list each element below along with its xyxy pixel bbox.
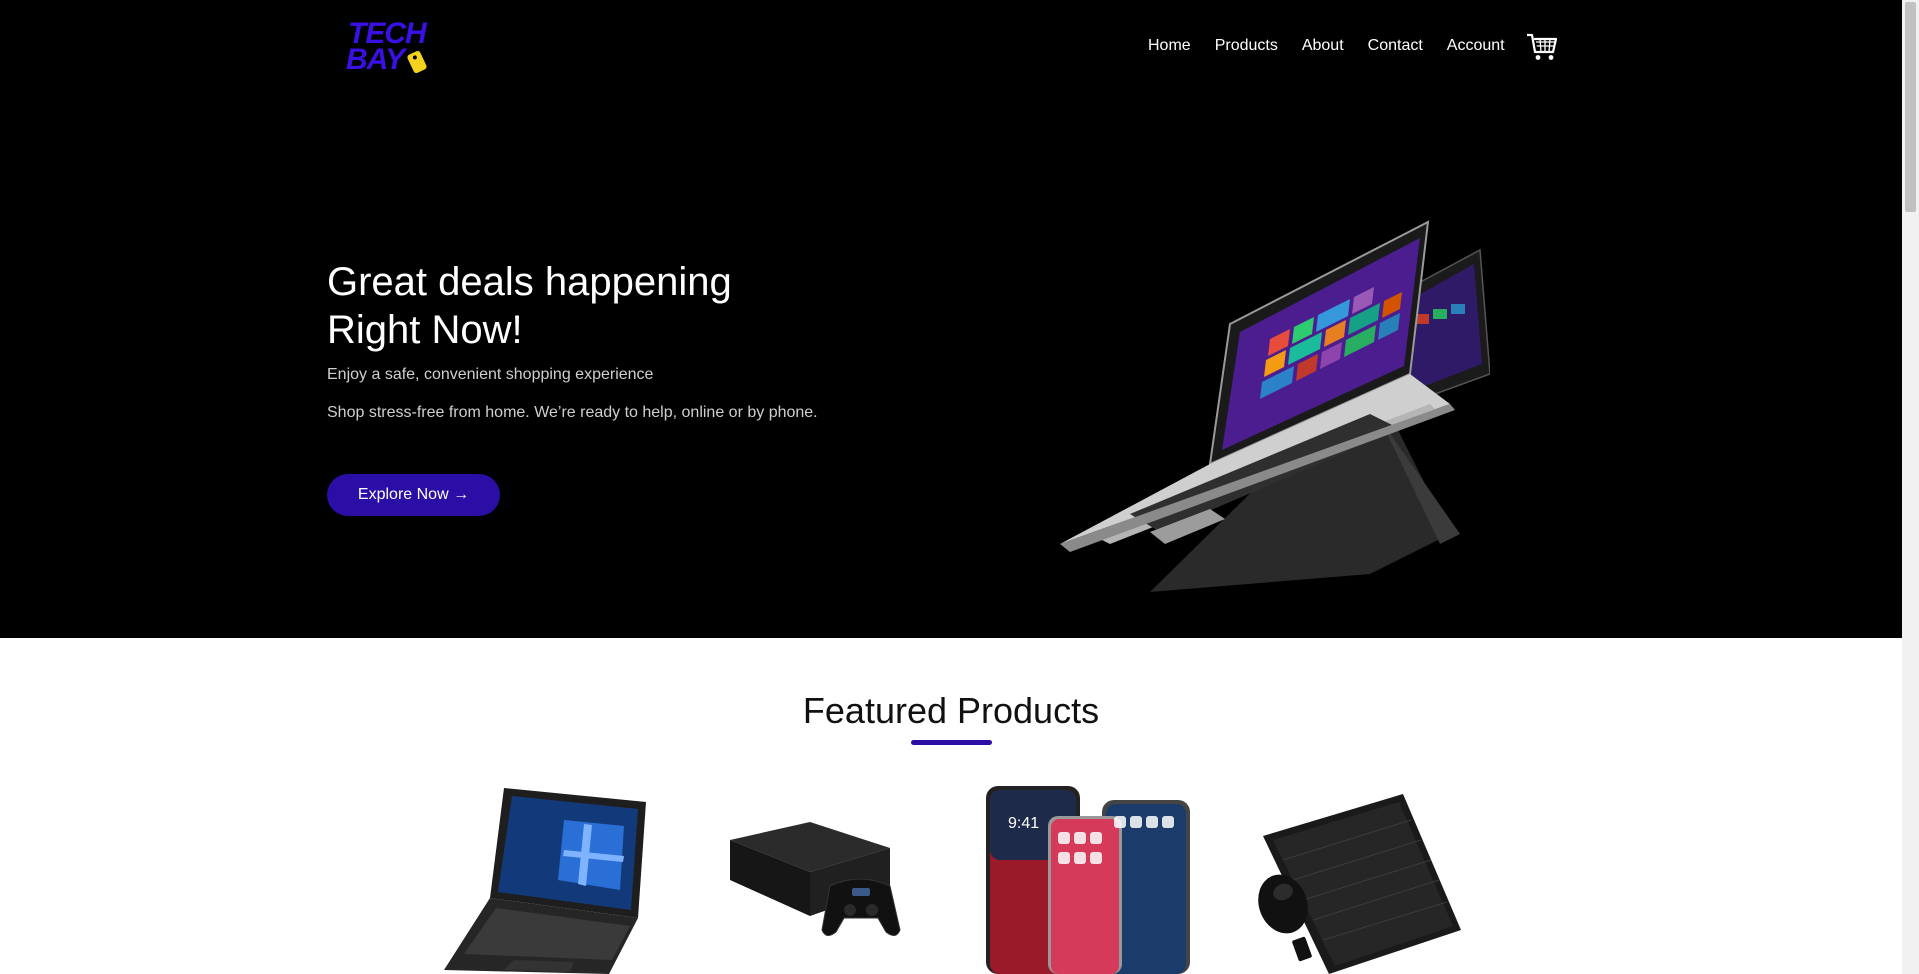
scrollbar-thumb[interactable] <box>1905 2 1916 212</box>
product-card-smartphones[interactable]: 9:41 <box>968 780 1198 974</box>
hero-laptop-image <box>1050 214 1491 592</box>
hero-title: Great deals happening Right Now! <box>327 258 887 354</box>
page-scrollbar[interactable] <box>1902 0 1919 974</box>
svg-text:9:41: 9:41 <box>1008 815 1039 832</box>
navbar: TECH BAY Home Products About Contact Acc… <box>0 0 1902 96</box>
product-card-game-console[interactable] <box>700 780 930 974</box>
nav-link-home[interactable]: Home <box>1148 37 1191 55</box>
brand-logo-line-2: BAY <box>346 43 405 76</box>
hero-subtitle: Enjoy a safe, convenient shopping experi… <box>327 366 654 383</box>
price-tag-icon <box>406 49 428 75</box>
hero-text-block: Great deals happening Right Now! Enjoy a… <box>327 258 887 422</box>
nav-link-about[interactable]: About <box>1302 37 1344 55</box>
brand-logo[interactable]: TECH BAY <box>346 18 430 76</box>
hero-title-line-2: Right Now! <box>327 308 523 352</box>
game-console-with-controller-image <box>730 822 901 936</box>
hero-description: Shop stress-free from home. We’re ready … <box>327 404 818 421</box>
main-nav: Home Products About Contact Account <box>1148 37 1529 55</box>
hero-title-line-1: Great deals happening <box>327 260 732 304</box>
smartphones-image: 9:41 <box>986 786 1190 974</box>
tablet-with-keyboard-image <box>444 788 646 974</box>
shopping-cart-icon[interactable] <box>1526 32 1558 62</box>
title-underline <box>911 740 992 745</box>
nav-link-account[interactable]: Account <box>1447 37 1505 55</box>
nav-link-contact[interactable]: Contact <box>1368 37 1423 55</box>
featured-products-title: Featured Products <box>802 690 1100 731</box>
keyboard-and-mouse-image <box>1258 794 1461 974</box>
page: TECH BAY Home Products About Contact Acc… <box>0 0 1919 974</box>
product-card-tablet[interactable] <box>434 780 664 974</box>
hero-section: TECH BAY Home Products About Contact Acc… <box>0 0 1902 638</box>
product-card-keyboard[interactable] <box>1243 780 1473 974</box>
nav-link-products[interactable]: Products <box>1215 37 1278 55</box>
explore-now-button[interactable]: Explore Now → <box>327 474 500 516</box>
